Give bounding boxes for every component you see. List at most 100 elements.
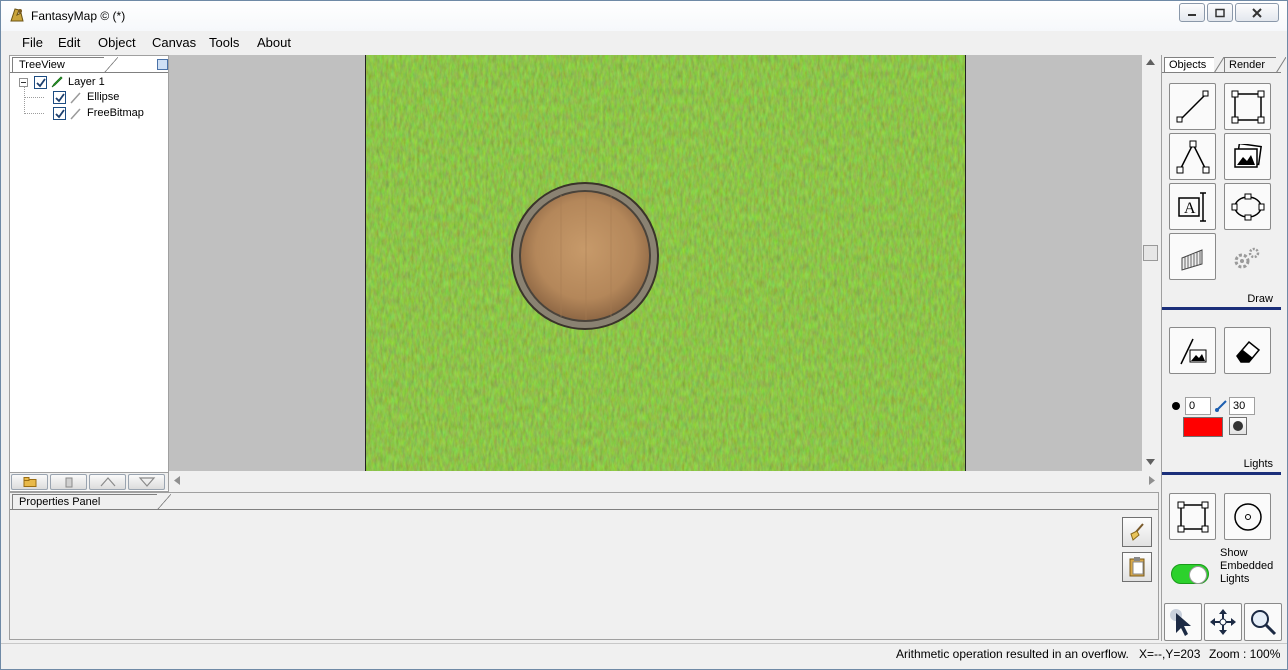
move-arrows-icon [1210, 609, 1236, 635]
paste-properties-button[interactable] [1122, 552, 1152, 582]
ellipse-icon [1231, 193, 1264, 220]
folder-icon [23, 477, 36, 487]
polyline-tool-button[interactable] [1169, 133, 1216, 180]
status-bar: Arithmetic operation resulted in an over… [1, 643, 1287, 665]
cursor-coordinates: X=--,Y=203 [1139, 647, 1201, 661]
brush-opacity-input[interactable]: 0 [1185, 397, 1211, 415]
line-tool-button[interactable] [1169, 83, 1216, 130]
menu-canvas[interactable]: Canvas [152, 35, 196, 50]
maximize-icon [1215, 8, 1225, 17]
tab-render[interactable]: Render [1224, 57, 1286, 73]
menu-tools[interactable]: Tools [209, 35, 239, 50]
eraser-tool-button[interactable] [1224, 327, 1271, 374]
properties-panel: Properties Panel [9, 492, 1159, 640]
scroll-left-icon[interactable] [174, 476, 180, 485]
magnifier-icon [1251, 610, 1277, 636]
clipboard-icon [1129, 557, 1145, 577]
checkmark-icon [36, 78, 46, 88]
pan-tool-button[interactable] [1204, 603, 1242, 641]
minimize-icon [1188, 13, 1196, 16]
tab-objects[interactable]: Objects [1164, 57, 1224, 73]
point-light-tool-button[interactable] [1224, 493, 1271, 540]
scroll-down-icon[interactable] [1146, 459, 1155, 465]
ellipse-visible-checkbox[interactable] [53, 91, 66, 104]
brush-size-icon [1215, 400, 1227, 412]
brush-size-input[interactable]: 30 [1229, 397, 1255, 415]
collapse-icon[interactable] [19, 78, 28, 87]
tab-divider [10, 72, 168, 73]
add-layer-button[interactable] [11, 474, 48, 490]
pattern-icon [1181, 248, 1202, 271]
maximize-button[interactable] [1207, 3, 1233, 22]
status-message: Arithmetic operation resulted in an over… [896, 647, 1129, 661]
light-area-tool-button[interactable] [1169, 493, 1216, 540]
menu-edit[interactable]: Edit [58, 35, 80, 50]
checkmark-icon [55, 93, 65, 103]
show-embedded-lights-label: Show Embedded Lights [1220, 547, 1274, 585]
barrel-ellipse[interactable] [511, 182, 659, 330]
tab-divider [1162, 72, 1281, 73]
broom-icon [1130, 523, 1144, 541]
layer-visible-checkbox[interactable] [34, 76, 47, 89]
tree-item-freebitmap[interactable]: FreeBitmap [10, 106, 168, 122]
zoom-level: Zoom : 100% [1209, 647, 1281, 661]
checkmark-icon [55, 109, 65, 119]
rectangle-icon [1231, 90, 1264, 123]
move-up-button[interactable] [89, 474, 126, 490]
brush-shape-button[interactable] [1229, 417, 1247, 435]
close-icon [1252, 7, 1262, 18]
map-image[interactable] [365, 55, 966, 471]
arrow-down-icon [138, 477, 155, 487]
gears-icon[interactable] [1232, 245, 1262, 271]
clear-properties-button[interactable] [1122, 517, 1152, 547]
brush-color-swatch[interactable] [1183, 417, 1223, 437]
arrow-up-icon [100, 477, 115, 487]
menu-file[interactable]: File [22, 35, 43, 50]
svg-text:A: A [1184, 200, 1196, 217]
tree-item-layer-1[interactable]: Layer 1 [10, 74, 168, 90]
grass-texture [366, 55, 965, 471]
tab-properties[interactable]: Properties Panel [12, 494, 171, 510]
minimize-button[interactable] [1179, 3, 1205, 22]
close-button[interactable] [1235, 3, 1279, 22]
opacity-dot-icon [1172, 402, 1180, 410]
menu-object[interactable]: Object [98, 35, 136, 50]
bounding-box-icon [1177, 501, 1208, 532]
show-embedded-lights-toggle[interactable] [1171, 564, 1209, 584]
canvas-vertical-scrollbar[interactable] [1142, 55, 1159, 471]
tree-toolbar [10, 472, 168, 490]
tree-view-panel: TreeView Layer 1 Ellipse FreeBitmap [9, 55, 169, 492]
paint-bitmap-tool-button[interactable] [1169, 327, 1216, 374]
pencil-icon [70, 92, 81, 104]
tab-treeview[interactable]: TreeView [12, 57, 118, 73]
canvas-horizontal-scrollbar[interactable] [169, 471, 1159, 489]
menu-about[interactable]: About [257, 35, 291, 50]
menu-bar: File Edit Object Canvas Tools About [9, 31, 1281, 53]
scroll-right-icon[interactable] [1149, 476, 1155, 485]
select-tool-button[interactable] [1164, 603, 1202, 641]
map-canvas[interactable] [169, 55, 1159, 489]
tree-item-ellipse[interactable]: Ellipse [10, 90, 168, 106]
pencil-icon [51, 76, 63, 88]
freebitmap-visible-checkbox[interactable] [53, 107, 66, 120]
scroll-up-icon[interactable] [1146, 59, 1155, 65]
lights-section-label: Lights [1243, 458, 1273, 470]
image-tool-button[interactable] [1224, 133, 1271, 180]
app-logo-icon [10, 8, 24, 22]
ellipse-tool-button[interactable] [1224, 183, 1271, 230]
delete-layer-button[interactable] [50, 474, 87, 490]
section-divider [1162, 472, 1281, 475]
image-icon [1233, 143, 1262, 168]
brush-image-icon [1179, 338, 1206, 364]
move-down-button[interactable] [128, 474, 165, 490]
draw-section-label: Draw [1247, 293, 1273, 305]
scroll-thumb[interactable] [1143, 245, 1158, 261]
text-icon: A [1177, 191, 1206, 222]
tools-panel: Objects Render A Draw 0 30 Lights Show E… [1161, 55, 1286, 641]
text-tool-button[interactable]: A [1169, 183, 1216, 230]
rectangle-tool-button[interactable] [1224, 83, 1271, 130]
pin-icon[interactable] [157, 59, 168, 70]
pattern-fill-tool-button[interactable] [1169, 233, 1216, 280]
tree-item-label: Ellipse [87, 91, 120, 103]
zoom-tool-button[interactable] [1244, 603, 1282, 641]
